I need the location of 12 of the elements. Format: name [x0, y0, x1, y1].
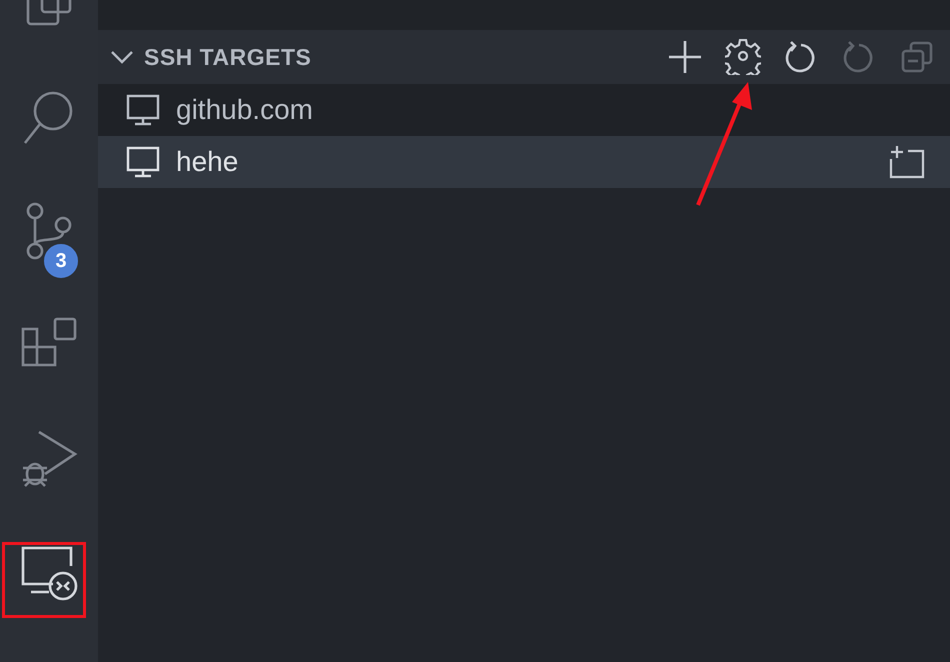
activity-bar-item[interactable]: 3 [0, 174, 98, 288]
remote-monitor-icon [19, 544, 79, 602]
ssh-target-item[interactable]: hehe [98, 136, 950, 188]
section-title: SSH TARGETS [144, 44, 312, 70]
target-label: hehe [176, 146, 240, 178]
new-window-icon[interactable] [888, 145, 926, 179]
target-label: github.com [176, 94, 314, 126]
count-badge: 3 [42, 242, 80, 280]
monitor-icon [126, 94, 160, 126]
monitor-icon [126, 146, 160, 178]
ssh-target-item[interactable]: github.com [98, 84, 950, 136]
section-header[interactable]: SSH TARGETS [98, 30, 950, 84]
